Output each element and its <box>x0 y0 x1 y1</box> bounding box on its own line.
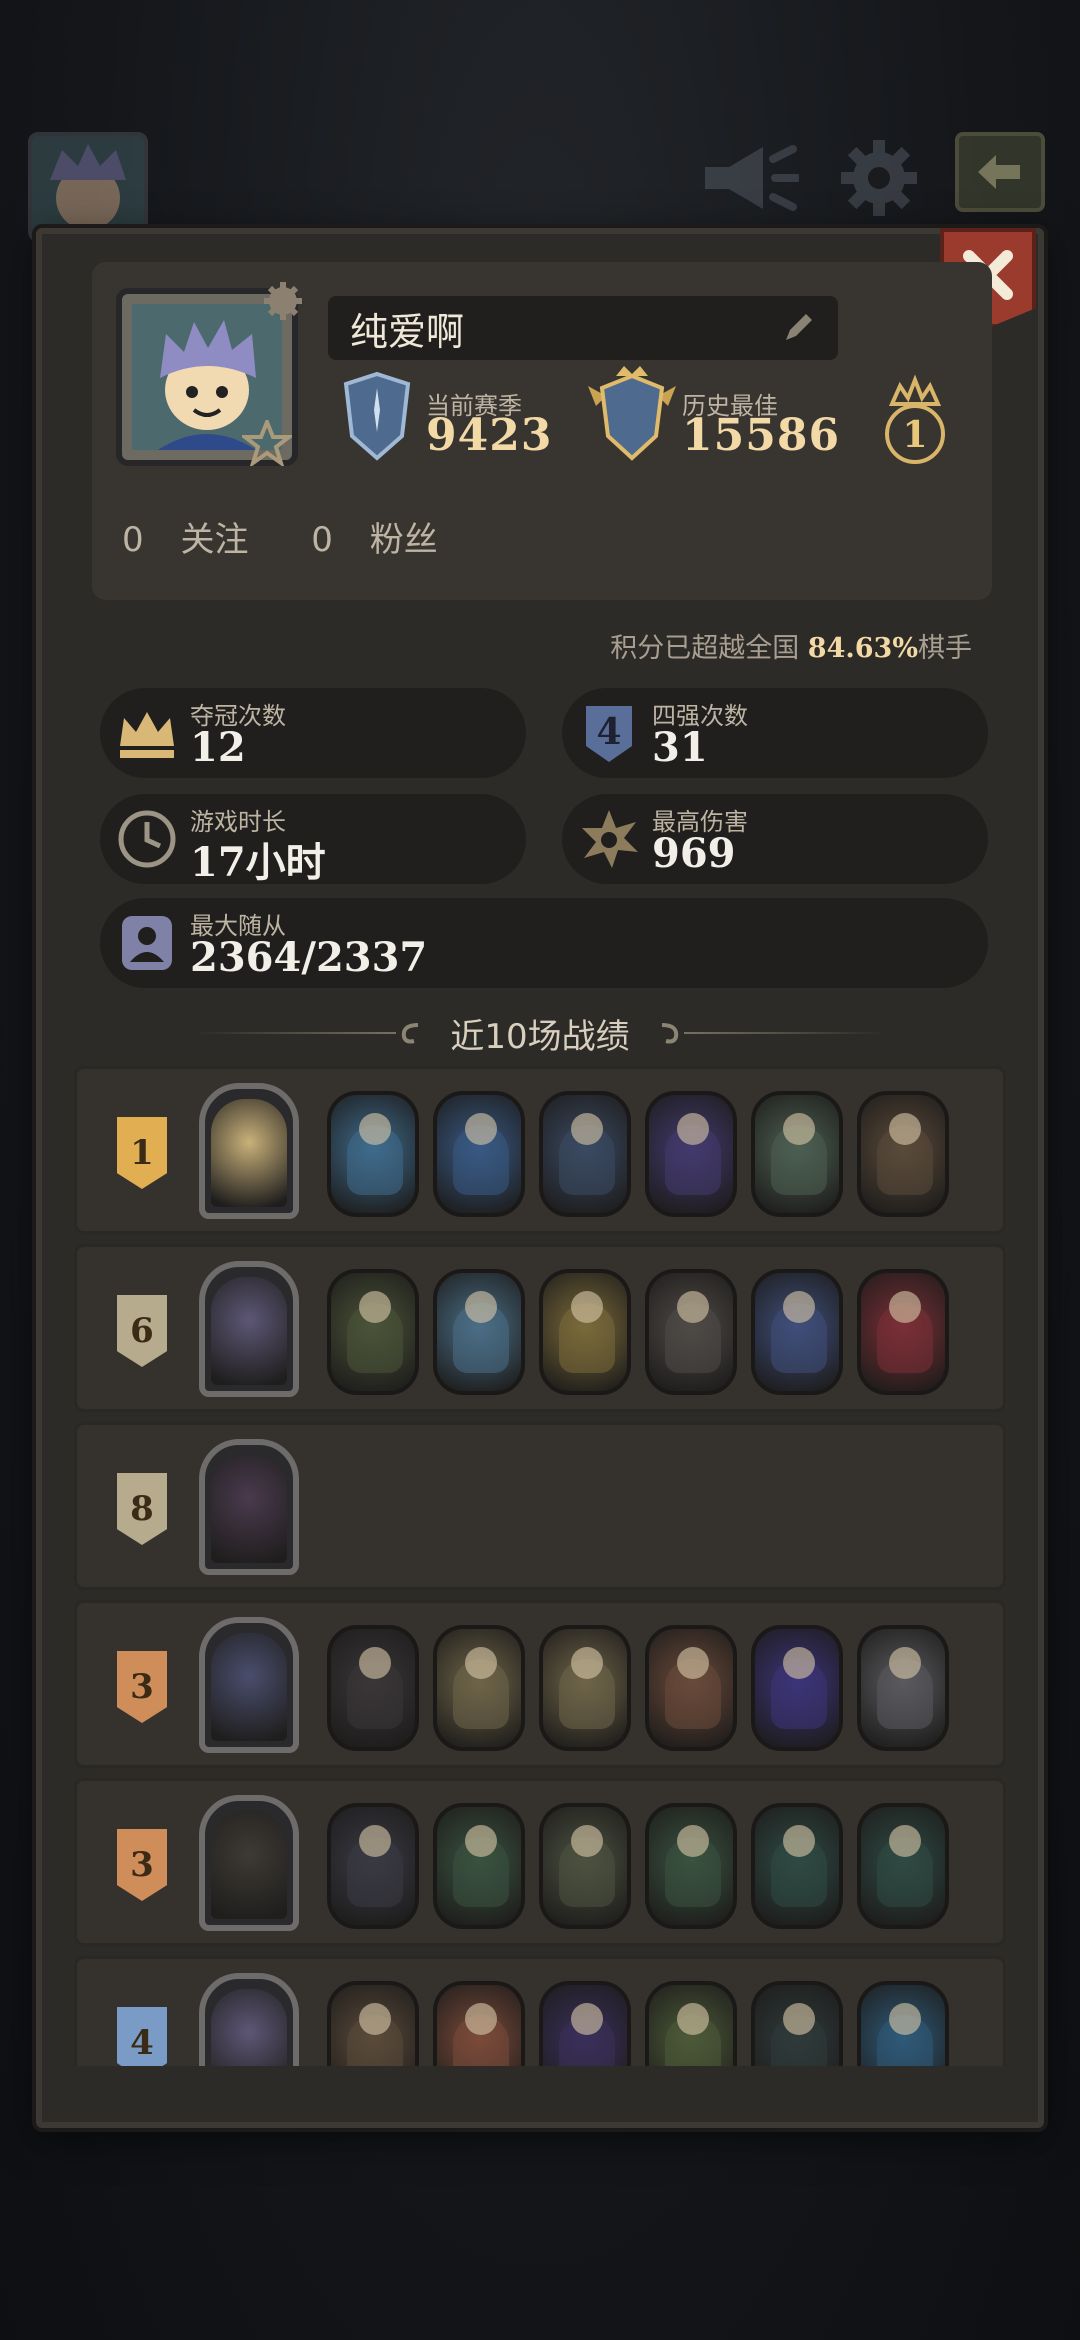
best-value: 15586 <box>682 410 841 461</box>
gear-icon[interactable] <box>836 130 922 226</box>
minion-portrait[interactable] <box>751 1803 843 1929</box>
placement-badge: 3 <box>117 1829 167 1901</box>
playtime-stat: 游戏时长 17小时 <box>100 794 526 886</box>
match-record[interactable]: 4 <box>74 1956 1006 2066</box>
minion-portrait[interactable] <box>433 1269 525 1395</box>
exit-button[interactable] <box>955 132 1045 212</box>
hero-portrait[interactable] <box>199 1083 299 1219</box>
megaphone-icon[interactable] <box>694 130 804 226</box>
hero-portrait[interactable] <box>199 1973 299 2066</box>
fans-label: 粉丝 <box>369 520 438 560</box>
placement-badge: 3 <box>117 1651 167 1723</box>
minion-portrait[interactable] <box>857 1269 949 1395</box>
fans-count: 0 <box>311 520 333 560</box>
avatar-gear-icon[interactable] <box>262 280 304 326</box>
svg-text:4: 4 <box>596 711 621 753</box>
minion-portrait[interactable] <box>327 1269 419 1395</box>
header-avatar[interactable] <box>28 132 148 242</box>
minion-portrait[interactable] <box>433 1803 525 1929</box>
follower-icon <box>122 916 172 970</box>
player-name: 纯爱啊 <box>350 309 465 354</box>
follow-count: 0 <box>122 520 144 560</box>
minion-portrait[interactable] <box>645 1981 737 2066</box>
minion-portrait[interactable] <box>433 1091 525 1217</box>
pencil-icon[interactable] <box>782 310 816 344</box>
minion-portrait[interactable] <box>327 1981 419 2066</box>
records-list[interactable]: 1 6 8 3 3 4 <box>74 1066 1006 2066</box>
name-bar[interactable]: 纯爱啊 <box>328 296 838 360</box>
exceed-text: 积分已超越全国 84.63%棋手 <box>610 626 972 665</box>
placement-badge: 8 <box>117 1473 167 1545</box>
minion-portrait[interactable] <box>539 1625 631 1751</box>
exit-icon <box>978 155 1020 189</box>
clock-icon <box>118 810 176 868</box>
swirl-right-icon <box>661 1023 678 1044</box>
crown-rank-icon: 1 <box>880 374 950 466</box>
maxfollow-value: 2364/2337 <box>190 934 428 981</box>
minion-portrait[interactable] <box>751 1625 843 1751</box>
playtime-value: 17小时 <box>190 839 326 886</box>
minion-portrait[interactable] <box>857 1981 949 2066</box>
burst-icon <box>582 810 638 868</box>
recent-divider: 近10场战绩 <box>160 1008 920 1058</box>
match-record[interactable]: 3 <box>74 1778 1006 1946</box>
minion-portrait[interactable] <box>857 1625 949 1751</box>
minion-portrait[interactable] <box>645 1269 737 1395</box>
shield-best-icon <box>586 366 678 466</box>
exceed-suffix: 棋手 <box>918 633 972 664</box>
match-record[interactable]: 1 <box>74 1066 1006 1234</box>
match-record[interactable]: 3 <box>74 1600 1006 1768</box>
maxdmg-stat: 最高伤害 969 <box>562 794 988 884</box>
minion-portrait[interactable] <box>327 1803 419 1929</box>
hero-portrait[interactable] <box>199 1439 299 1575</box>
hero-portrait[interactable] <box>199 1261 299 1397</box>
minion-portrait[interactable] <box>857 1803 949 1929</box>
minion-portrait[interactable] <box>751 1091 843 1217</box>
minion-portrait[interactable] <box>645 1091 737 1217</box>
placement-badge: 6 <box>117 1295 167 1367</box>
placement-badge: 4 <box>117 2007 167 2066</box>
exceed-prefix: 积分已超越全国 <box>610 633 800 664</box>
champion-value: 12 <box>190 724 246 771</box>
follow-label: 关注 <box>180 520 249 560</box>
avatar-star-icon <box>239 416 295 470</box>
minion-portrait[interactable] <box>539 1269 631 1395</box>
exceed-percent: 84.63% <box>807 633 918 664</box>
top4-value: 31 <box>652 724 708 771</box>
rank-badge-number: 1 <box>902 414 928 456</box>
minion-portrait[interactable] <box>539 1981 631 2066</box>
minion-portrait[interactable] <box>433 1625 525 1751</box>
placement-badge: 1 <box>117 1117 167 1189</box>
follow-row[interactable]: 0 关注 0 粉丝 <box>122 512 490 561</box>
minion-portrait[interactable] <box>327 1625 419 1751</box>
hero-portrait[interactable] <box>199 1795 299 1931</box>
hero-portrait[interactable] <box>199 1617 299 1753</box>
minion-portrait[interactable] <box>433 1981 525 2066</box>
maxdmg-value: 969 <box>652 830 736 877</box>
minion-portrait[interactable] <box>645 1625 737 1751</box>
top4-icon: 4 <box>586 706 632 762</box>
minion-portrait[interactable] <box>539 1803 631 1929</box>
crown-icon <box>120 712 174 758</box>
match-record[interactable]: 6 <box>74 1244 1006 1412</box>
minion-portrait[interactable] <box>857 1091 949 1217</box>
maxfollow-stat: 最大随从 2364/2337 <box>100 898 988 988</box>
minion-portrait[interactable] <box>751 1981 843 2066</box>
swirl-left-icon <box>402 1023 419 1044</box>
current-season-value: 9423 <box>426 410 553 461</box>
minion-portrait[interactable] <box>645 1803 737 1929</box>
match-record[interactable]: 8 <box>74 1422 1006 1590</box>
champion-stat: 夺冠次数 12 <box>100 688 526 778</box>
minion-portrait[interactable] <box>539 1091 631 1217</box>
minion-portrait[interactable] <box>327 1091 419 1217</box>
minion-portrait[interactable] <box>751 1269 843 1395</box>
recent-title: 近10场战绩 <box>450 1016 630 1057</box>
top4-stat: 4 四强次数 31 <box>562 688 988 778</box>
shield-season-icon <box>340 370 414 466</box>
